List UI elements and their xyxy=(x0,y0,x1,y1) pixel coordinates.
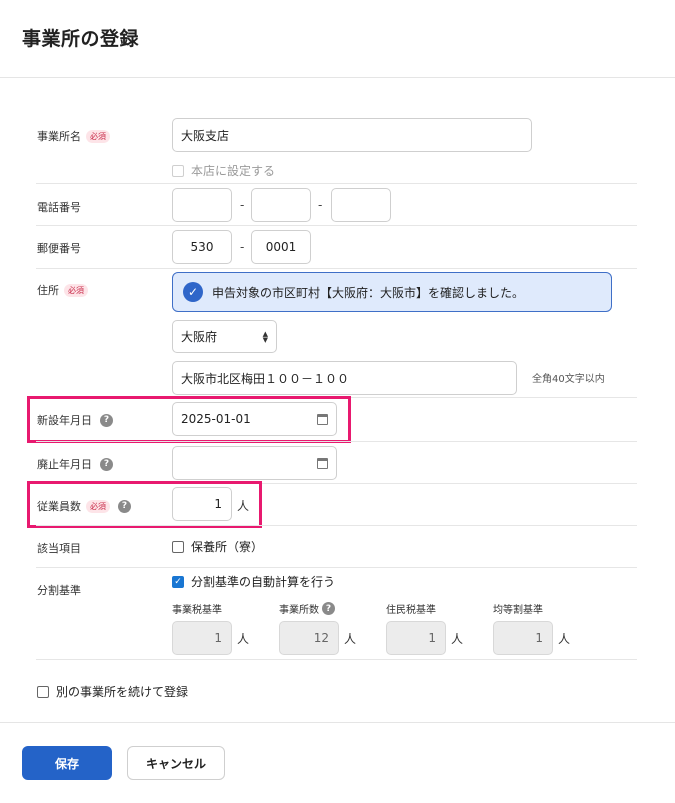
postal-label: 郵便番号 xyxy=(37,242,81,255)
select-arrows-icon: ▲ ▼ xyxy=(262,329,268,344)
row-divider xyxy=(36,268,637,269)
division-unit: 人 xyxy=(558,632,571,646)
division-field-label: 均等割基準 xyxy=(493,605,543,616)
phone-label: 電話番号 xyxy=(37,201,81,214)
address-street-input[interactable]: 大阪市北区梅田１００－１００ xyxy=(172,361,517,395)
row-divider xyxy=(36,441,637,442)
row-divider xyxy=(36,659,637,660)
checkmark-icon: ✓ xyxy=(172,575,184,588)
business-tax-basis-input: 1 xyxy=(172,621,232,655)
division-unit: 人 xyxy=(451,632,464,646)
help-icon[interactable]: ? xyxy=(100,457,113,471)
phone-part-3-input[interactable] xyxy=(331,188,391,222)
checkbox-box xyxy=(172,540,184,553)
phone-separator: - xyxy=(240,198,245,212)
required-badge: 必須 xyxy=(64,283,88,297)
help-icon[interactable]: ? xyxy=(322,602,335,615)
dialog-title: 事業所の登録 xyxy=(22,28,140,50)
row-divider xyxy=(36,183,637,184)
highlight-box xyxy=(27,396,351,443)
phone-separator: - xyxy=(318,198,323,212)
address-hint: 全角40文字以内 xyxy=(532,374,605,385)
continue-register-checkbox[interactable]: 別の事業所を続けて登録 xyxy=(37,683,188,700)
postal-separator: - xyxy=(240,240,245,254)
save-button[interactable]: 保存 xyxy=(22,746,112,780)
head-office-checkbox[interactable]: 本店に設定する xyxy=(172,162,275,179)
checkbox-box xyxy=(172,164,184,177)
closed-date-input[interactable] xyxy=(172,446,337,480)
prefecture-select[interactable]: 大阪府 ▲ ▼ xyxy=(172,320,277,353)
checkbox-box xyxy=(37,685,49,698)
office-count-input: 12 xyxy=(279,621,339,655)
postal-part-2-input[interactable]: 0001 xyxy=(251,230,311,264)
applicable-label: 該当項目 xyxy=(37,542,81,555)
phone-part-1-input[interactable] xyxy=(172,188,232,222)
cancel-button[interactable]: キャンセル xyxy=(127,746,225,780)
division-field-label: 事業税基準 xyxy=(172,605,222,616)
postal-part-1-input[interactable]: 530 xyxy=(172,230,232,264)
calendar-icon[interactable] xyxy=(317,457,328,469)
address-label: 住所 必須 xyxy=(37,282,88,298)
division-label: 分割基準 xyxy=(37,584,81,597)
resident-tax-basis-input: 1 xyxy=(386,621,446,655)
division-field-label: 事業所数 ? xyxy=(279,601,335,616)
row-divider xyxy=(36,525,637,526)
footer-divider xyxy=(0,722,675,723)
highlight-box xyxy=(27,481,262,528)
row-divider xyxy=(36,225,637,226)
address-confirm-notice: ✓ 申告対象の市区町村【大阪府：大阪市】を確認しました。 xyxy=(172,272,612,312)
office-name-label: 事業所名 必須 xyxy=(37,128,110,144)
dialog-header: 事業所の登録 xyxy=(0,0,675,78)
closed-date-label: 廃止年月日 ? xyxy=(37,456,113,472)
division-unit: 人 xyxy=(344,632,357,646)
auto-calc-checkbox[interactable]: ✓ 分割基準の自動計算を行う xyxy=(172,573,335,590)
division-field-label: 住民税基準 xyxy=(386,605,436,616)
phone-part-2-input[interactable] xyxy=(251,188,311,222)
dormitory-checkbox[interactable]: 保養所（寮） xyxy=(172,538,263,555)
office-name-input[interactable]: 大阪支店 xyxy=(172,118,532,152)
division-unit: 人 xyxy=(237,632,250,646)
required-badge: 必須 xyxy=(86,129,110,143)
check-circle-icon: ✓ xyxy=(183,282,203,302)
row-divider xyxy=(36,567,637,568)
per-capita-basis-input: 1 xyxy=(493,621,553,655)
